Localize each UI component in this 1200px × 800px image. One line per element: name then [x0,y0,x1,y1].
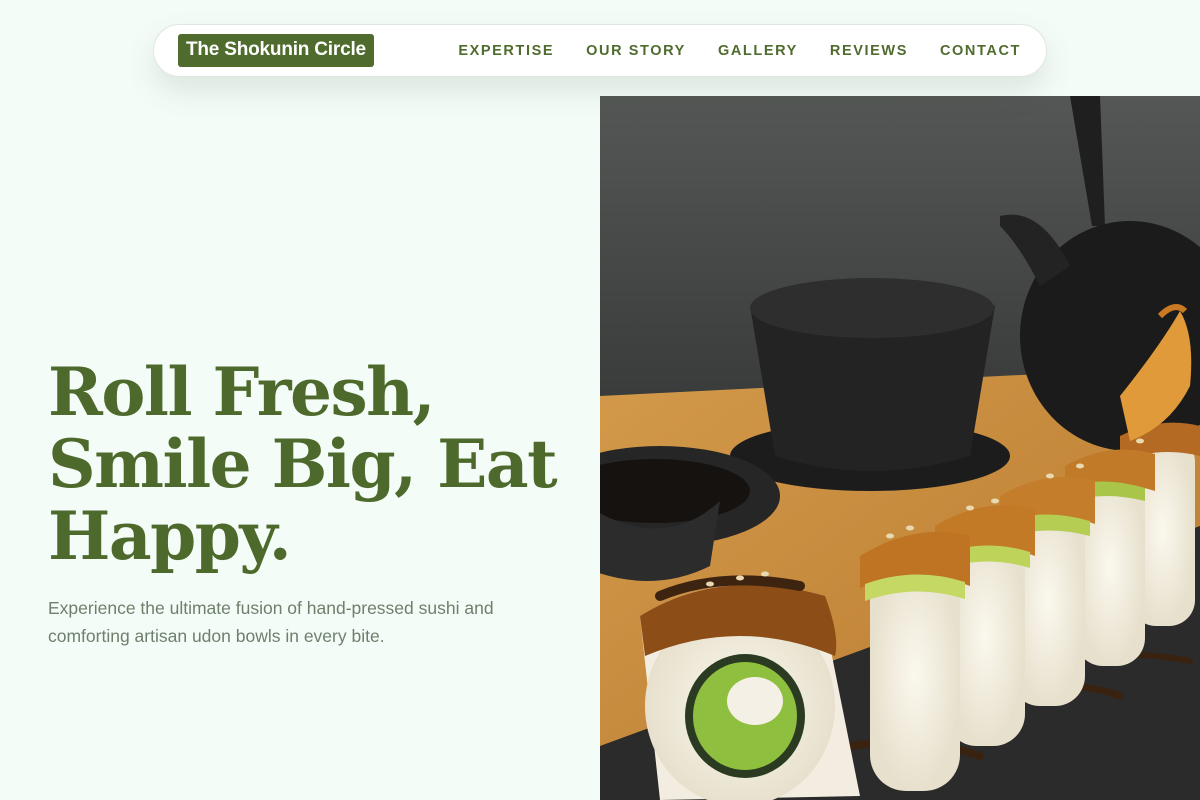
nav-menu: EXPERTISE OUR STORY GALLERY REVIEWS CONT… [458,43,1021,59]
hero-title: Roll Fresh, Smile Big, Eat Happy. [48,356,588,572]
nav-item-our-story[interactable]: OUR STORY [586,43,686,59]
brand-logo[interactable]: The Shokunin Circle [178,34,374,67]
top-navbar: The Shokunin Circle EXPERTISE OUR STORY … [153,24,1047,77]
nav-item-expertise[interactable]: EXPERTISE [458,43,554,59]
hero-title-line-1: Roll Fresh, [48,353,436,431]
nav-item-contact[interactable]: CONTACT [940,43,1021,59]
hero-title-line-2: Smile Big, Eat [48,425,558,503]
hero-title-line-3: Happy. [48,497,292,575]
hero-subtitle: Experience the ultimate fusion of hand-p… [48,598,494,646]
nav-item-gallery[interactable]: GALLERY [718,43,798,59]
sushi-photo [600,96,1200,800]
hero-section: Roll Fresh, Smile Big, Eat Happy. Experi… [48,356,588,650]
nav-item-reviews[interactable]: REVIEWS [830,43,908,59]
